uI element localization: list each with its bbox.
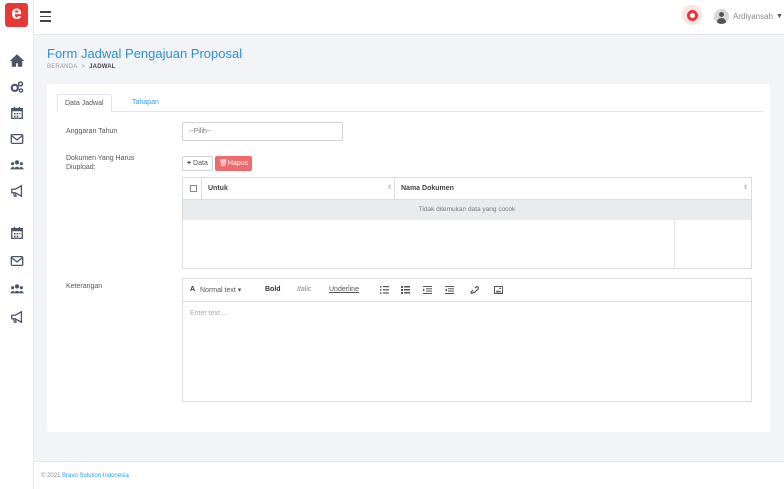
users-icon[interactable]	[9, 157, 25, 173]
numbered-list-icon[interactable]	[401, 286, 410, 294]
user-menu[interactable]: Ardiyansah ▼	[714, 9, 783, 24]
calendar-icon[interactable]	[9, 105, 25, 121]
envelope-icon[interactable]	[9, 253, 25, 269]
image-icon[interactable]	[494, 286, 503, 294]
sort-icon[interactable]: ⇕	[743, 184, 748, 191]
editor-toolbar: A Normal text ▾ Bold Italic Underline	[183, 279, 751, 302]
footer-copyright: © 2021	[41, 473, 61, 479]
breadcrumb: BERANDA > JADWAL	[47, 64, 116, 70]
notification-icon[interactable]	[682, 5, 702, 25]
dokumen-table: Untuk ⇕ Nama Dokumen ⇕ Tidak ditemukan d…	[182, 177, 752, 269]
trash-icon: 🗑	[219, 160, 228, 167]
page-title: Form Jadwal Pengajuan Proposal	[47, 46, 243, 61]
outdent-icon[interactable]	[423, 286, 432, 294]
plus-icon: +	[187, 160, 192, 167]
app-logo[interactable]: e	[5, 3, 28, 27]
home-icon[interactable]	[9, 53, 25, 69]
gears-icon[interactable]	[9, 79, 25, 95]
add-data-button[interactable]: + Data	[182, 156, 213, 171]
user-name: Ardiyansah	[733, 12, 774, 21]
delete-button[interactable]: 🗑Hapus	[215, 156, 253, 171]
users-icon[interactable]	[9, 281, 25, 297]
table-header: Untuk ⇕ Nama Dokumen ⇕	[183, 178, 751, 200]
tab-data-jadwal[interactable]: Data Jadwal	[57, 94, 112, 112]
select-all-checkbox[interactable]	[190, 185, 197, 192]
tab-tahapan[interactable]: Tahapan	[125, 94, 166, 112]
megaphone-icon[interactable]	[9, 309, 25, 325]
bullet-list-icon[interactable]	[380, 286, 389, 294]
dokumen-label: Dokumen Yang Harus Diupload:	[66, 155, 135, 171]
footer: © 2021 Bravo Solution Indonesia	[34, 461, 784, 489]
megaphone-icon[interactable]	[9, 183, 25, 199]
form-card: Data Jadwal Tahapan Anggaran Tahun --Pil…	[47, 84, 770, 432]
editor-placeholder: Enter text ...	[190, 310, 228, 317]
sidebar: e	[0, 0, 34, 489]
breadcrumb-home[interactable]: BERANDA	[47, 64, 77, 70]
column-nama-dokumen[interactable]: Nama Dokumen	[401, 185, 454, 192]
anggaran-select[interactable]: --Pilih--	[182, 122, 343, 141]
anggaran-label: Anggaran Tahun	[66, 128, 118, 135]
calendar-icon[interactable]	[9, 225, 25, 241]
sort-icon[interactable]: ⇕	[387, 184, 392, 191]
menu-toggle-icon[interactable]	[40, 11, 51, 22]
envelope-icon[interactable]	[9, 131, 25, 147]
font-icon: A	[190, 286, 196, 293]
link-icon[interactable]	[470, 285, 479, 295]
empty-row: Tidak ditemukan data yang cocok	[183, 200, 751, 220]
underline-button[interactable]: Underline	[329, 286, 359, 293]
top-bar: Ardiyansah ▼	[34, 0, 784, 35]
font-style-dropdown[interactable]: Normal text ▾	[200, 286, 241, 294]
breadcrumb-current: JADWAL	[89, 64, 116, 70]
tab-bar: Data Jadwal Tahapan	[57, 94, 763, 112]
italic-button[interactable]: Italic	[297, 286, 311, 293]
breadcrumb-separator: >	[81, 64, 86, 70]
caret-down-icon: ▼	[776, 13, 783, 20]
indent-icon[interactable]	[445, 286, 454, 294]
keterangan-editor[interactable]: A Normal text ▾ Bold Italic Underline En…	[182, 278, 752, 402]
column-untuk[interactable]: Untuk	[208, 185, 228, 192]
footer-company-link[interactable]: Bravo Solution Indonesia	[62, 473, 129, 479]
keterangan-label: Keterangan	[66, 283, 103, 290]
bold-button[interactable]: Bold	[265, 286, 281, 293]
avatar	[714, 9, 729, 24]
